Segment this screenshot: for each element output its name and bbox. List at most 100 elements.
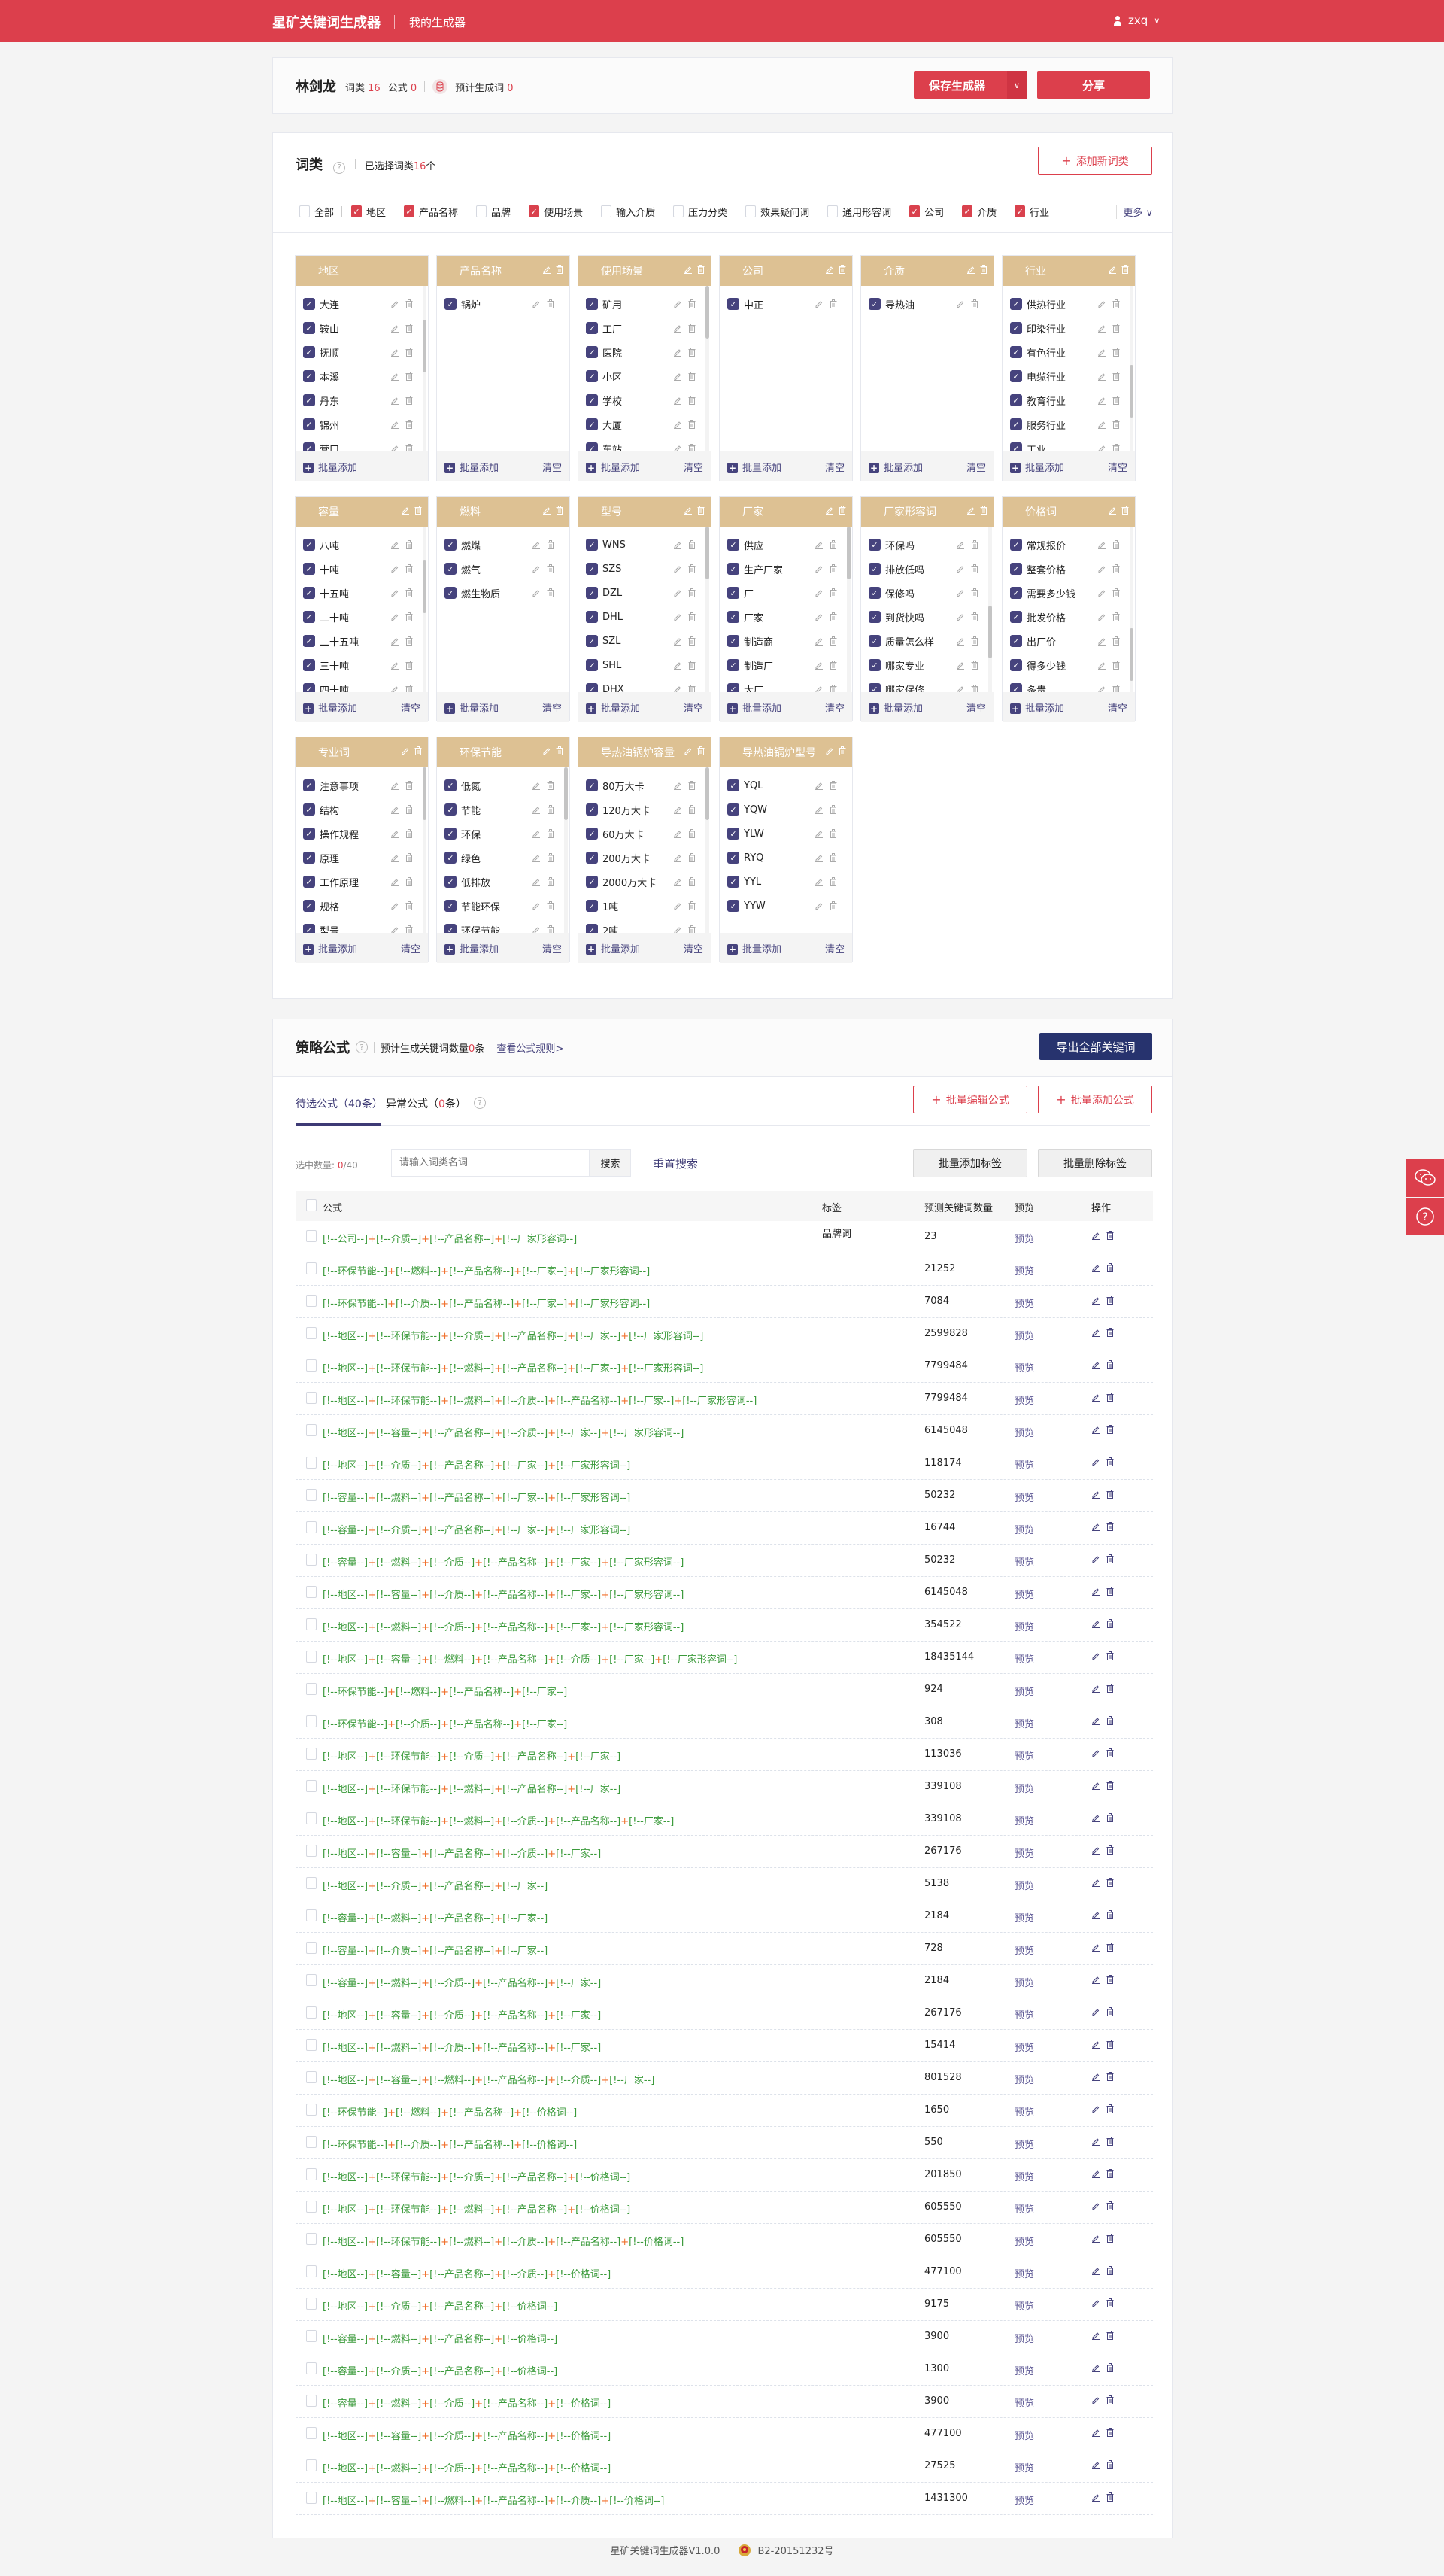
preview-link[interactable]: 预览: [1015, 1781, 1034, 1795]
row-checkbox[interactable]: [306, 2201, 317, 2213]
edit-icon[interactable]: [825, 506, 834, 515]
preview-link[interactable]: 预览: [1015, 1587, 1034, 1601]
edit-icon[interactable]: [673, 540, 682, 549]
share-button[interactable]: 分享: [1037, 71, 1150, 99]
scrollbar[interactable]: [847, 527, 851, 692]
word-checkbox[interactable]: ✓: [303, 852, 315, 864]
edit-icon[interactable]: [1091, 2298, 1100, 2307]
batch-add-formula-button[interactable]: + 批量添加公式: [1038, 1086, 1152, 1113]
delete-icon[interactable]: [971, 661, 978, 670]
word-checkbox[interactable]: ✓: [303, 659, 315, 671]
word-checkbox[interactable]: ✓: [586, 900, 598, 912]
row-checkbox[interactable]: [306, 1230, 317, 1242]
preview-link[interactable]: 预览: [1015, 1813, 1034, 1827]
word-checkbox[interactable]: ✓: [303, 587, 315, 599]
delete-icon[interactable]: [405, 444, 413, 451]
word-checkbox[interactable]: ✓: [303, 803, 315, 816]
delete-icon[interactable]: [405, 636, 413, 646]
edit-icon[interactable]: [542, 506, 551, 515]
edit-icon[interactable]: [1091, 1490, 1100, 1499]
edit-icon[interactable]: [532, 299, 541, 308]
edit-icon[interactable]: [390, 877, 399, 886]
batch-add-button[interactable]: + 批量添加: [586, 460, 640, 474]
delete-icon[interactable]: [1106, 1619, 1114, 1628]
word-checkbox[interactable]: ✓: [586, 659, 598, 671]
delete-icon[interactable]: [556, 506, 563, 515]
preview-link[interactable]: 预览: [1015, 2201, 1034, 2216]
edit-icon[interactable]: [390, 348, 399, 357]
edit-icon[interactable]: [1097, 420, 1106, 429]
brand-logo[interactable]: 星矿关键词生成器: [272, 12, 381, 32]
word-checkbox[interactable]: ✓: [303, 370, 315, 382]
edit-icon[interactable]: [1097, 396, 1106, 405]
word-checkbox[interactable]: ✓: [303, 539, 315, 551]
delete-icon[interactable]: [405, 396, 413, 405]
delete-icon[interactable]: [405, 588, 413, 597]
word-checkbox[interactable]: ✓: [586, 587, 598, 599]
preview-link[interactable]: 预览: [1015, 2298, 1034, 2313]
delete-icon[interactable]: [1112, 564, 1120, 573]
delete-icon[interactable]: [830, 877, 837, 886]
edit-icon[interactable]: [673, 299, 682, 308]
word-checkbox[interactable]: ✓: [444, 539, 457, 551]
scrollbar-thumb[interactable]: [705, 527, 709, 579]
preview-link[interactable]: 预览: [1015, 2266, 1034, 2280]
word-checkbox[interactable]: ✓: [1010, 394, 1022, 406]
edit-icon[interactable]: [673, 781, 682, 790]
row-checkbox[interactable]: [306, 1812, 317, 1824]
edit-icon[interactable]: [1091, 1393, 1100, 1402]
preview-link[interactable]: 预览: [1015, 1425, 1034, 1439]
word-checkbox[interactable]: ✓: [727, 828, 739, 840]
word-checkbox[interactable]: ✓: [303, 298, 315, 310]
edit-icon[interactable]: [684, 746, 693, 755]
filter-全部[interactable]: 全部: [299, 205, 334, 219]
word-checkbox[interactable]: ✓: [303, 394, 315, 406]
clear-button[interactable]: 清空: [542, 700, 562, 715]
delete-icon[interactable]: [688, 372, 696, 381]
word-checkbox[interactable]: ✓: [727, 876, 739, 888]
delete-icon[interactable]: [1106, 2395, 1114, 2404]
word-checkbox[interactable]: ✓: [586, 876, 598, 888]
delete-icon[interactable]: [688, 805, 696, 814]
word-checkbox[interactable]: ✓: [1010, 659, 1022, 671]
edit-icon[interactable]: [815, 636, 824, 646]
word-checkbox[interactable]: ✓: [586, 418, 598, 430]
scrollbar-thumb[interactable]: [988, 606, 992, 658]
batch-add-button[interactable]: + 批量添加: [586, 941, 640, 955]
delete-icon[interactable]: [1106, 2266, 1114, 2275]
edit-icon[interactable]: [1091, 1748, 1100, 1757]
clear-button[interactable]: 清空: [1108, 460, 1127, 474]
edit-icon[interactable]: [390, 396, 399, 405]
filter-公司[interactable]: ✓ 公司: [909, 205, 944, 219]
delete-icon[interactable]: [1106, 1554, 1114, 1563]
delete-icon[interactable]: [1106, 2460, 1114, 2469]
filter-checkbox[interactable]: [673, 205, 684, 217]
select-all-checkbox[interactable]: [306, 1199, 317, 1211]
filter-checkbox[interactable]: [601, 205, 612, 217]
preview-link[interactable]: 预览: [1015, 1975, 1034, 1989]
delete-icon[interactable]: [1106, 1975, 1114, 1984]
word-checkbox[interactable]: ✓: [1010, 298, 1022, 310]
scrollbar-thumb[interactable]: [705, 767, 709, 820]
edit-icon[interactable]: [956, 299, 965, 308]
edit-icon[interactable]: [1091, 2363, 1100, 2372]
word-checkbox[interactable]: ✓: [303, 563, 315, 575]
delete-icon[interactable]: [980, 265, 987, 274]
word-checkbox[interactable]: ✓: [1010, 370, 1022, 382]
word-checkbox[interactable]: ✓: [303, 779, 315, 791]
delete-icon[interactable]: [1106, 1425, 1114, 1434]
row-checkbox[interactable]: [306, 1683, 317, 1695]
edit-icon[interactable]: [390, 588, 399, 597]
delete-icon[interactable]: [1112, 299, 1120, 308]
edit-icon[interactable]: [1091, 2395, 1100, 2404]
clear-button[interactable]: 清空: [542, 941, 562, 955]
edit-icon[interactable]: [815, 564, 824, 573]
edit-icon[interactable]: [673, 372, 682, 381]
edit-icon[interactable]: [815, 901, 824, 910]
filter-checkbox[interactable]: [745, 205, 757, 217]
delete-icon[interactable]: [1112, 444, 1120, 451]
edit-icon[interactable]: [966, 265, 975, 274]
filter-使用场景[interactable]: ✓ 使用场景: [529, 205, 583, 219]
preview-link[interactable]: 预览: [1015, 1910, 1034, 1924]
word-checkbox[interactable]: ✓: [727, 635, 739, 647]
